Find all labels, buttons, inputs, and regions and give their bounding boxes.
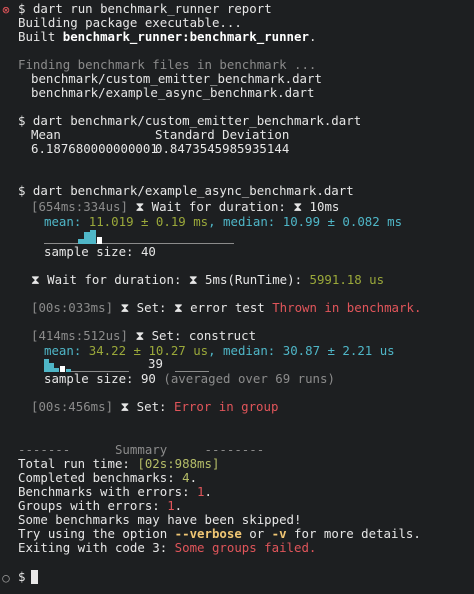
value-std: 0.8473545985935144 (155, 141, 290, 156)
benchmark-3: [00s:033ms] ⧗ Set: ⧗ error test Thrown i… (31, 301, 421, 315)
histogram-bar (90, 230, 96, 244)
table-header: Mean Standard Deviation (31, 127, 289, 142)
total-value: [02s:988ms] (137, 456, 220, 471)
benchmark-label: ⧗ Set: construct (127, 328, 257, 343)
completed-label: Completed benchmarks: (18, 470, 183, 485)
mean-label: mean: (44, 214, 89, 229)
period: . (204, 484, 212, 499)
elapsed-time: [414ms:512us] (31, 328, 128, 343)
median-value: 30.87 ± 2.21 us (282, 343, 395, 358)
table-row: 6.187680000000001 0.8473545985935144 (31, 141, 289, 156)
summary-completed: Completed benchmarks: 4. (18, 471, 197, 485)
mean-value: 11.019 ± 0.19 ms (88, 214, 209, 229)
benchmark-5: [00s:456ms] ⧗ Set: Error in group (31, 400, 278, 414)
prompt-marker-icon: ○ (2, 570, 10, 585)
prompt-symbol: $ (18, 1, 26, 16)
command-line-3: $ dart benchmark/example_async_benchmark… (18, 183, 354, 198)
benchmark-2: ⧗ Wait for duration: ⧗ 5ms(RunTime): 599… (31, 273, 384, 287)
value-mean: 6.187680000000001 (31, 141, 158, 156)
summary-errors: Benchmarks with errors: 1. (18, 485, 212, 499)
benchmark-file: benchmark/custom_emitter_benchmark.dart (31, 71, 322, 86)
cursor[interactable] (31, 570, 38, 584)
error-message: Error in group (173, 399, 279, 414)
sample-size: sample size: 40 (44, 244, 156, 259)
hint-or: or (241, 526, 272, 541)
sample-size-value: sample size: 90 (44, 371, 156, 386)
histogram-bar (97, 237, 102, 244)
summary-header: ------- Summary -------- (18, 442, 265, 457)
benchmark-file: benchmark/example_async_benchmark.dart (31, 85, 315, 100)
median-value: 10.99 ± 0.082 ms (282, 214, 403, 229)
groups-label: Groups with errors: (18, 498, 168, 513)
build-target: benchmark_runner:benchmark_runner (62, 29, 309, 44)
period: . (189, 470, 198, 485)
period: . (174, 498, 183, 513)
build-status: Building package executable... (18, 15, 242, 30)
command-line-2: $ dart benchmark/custom_emitter_benchmar… (18, 113, 362, 128)
elapsed-time: [654ms:334us] (31, 199, 128, 214)
median-label: , median: (208, 214, 283, 229)
elapsed-time: [00s:456ms] (31, 399, 114, 414)
mean-label: mean: (44, 343, 89, 358)
error-message: Thrown in benchmark. (272, 300, 422, 315)
histogram-count: 39 (148, 356, 163, 371)
benchmark-param: 10ms (302, 199, 340, 214)
median-label: , median: (208, 343, 283, 358)
benchmark-name: Wait for duration: (144, 199, 294, 214)
errors-value: 1 (197, 484, 205, 499)
errors-label: Benchmarks with errors: (18, 484, 198, 499)
exit-prefix: Exiting with code 3: (18, 540, 175, 555)
header-std: Standard Deviation (155, 127, 290, 142)
benchmark-label: ⧗ Set: (113, 399, 174, 414)
histogram-sparkline (44, 358, 214, 372)
benchmark-1-header: [654ms:334us] ⧗ Wait for duration: ⧗ 10m… (31, 200, 339, 214)
elapsed-time: [00s:033ms] (31, 300, 114, 315)
completed-value: 4 (182, 470, 190, 485)
histogram-sparkline (44, 229, 234, 244)
final-prompt: $ (18, 569, 26, 584)
sample-note: (averaged over 69 runs) (155, 371, 335, 386)
total-label: Total run time: (18, 456, 138, 471)
hint-prefix: Try using the option (18, 526, 175, 541)
summary-exit: Exiting with code 3: Some groups failed. (18, 541, 316, 555)
summary-hint: Try using the option --verbose or -v for… (18, 527, 421, 541)
build-prefix: Built (18, 29, 63, 44)
command-line-1: $ dart run benchmark_runner report (18, 2, 272, 16)
build-result: Built benchmark_runner:benchmark_runner. (18, 30, 316, 44)
benchmark-label: ⧗ Wait for duration: ⧗ 5ms(RunTime): (31, 272, 310, 287)
verbose-option: --verbose (174, 526, 242, 541)
benchmark-4-header: [414ms:512us] ⧗ Set: construct (31, 329, 256, 343)
build-suffix: . (308, 29, 317, 44)
exit-message: Some groups failed. (174, 540, 317, 555)
benchmark-4-stats: mean: 34.22 ± 10.27 us, median: 30.87 ± … (44, 344, 395, 358)
sample-size: sample size: 90 (averaged over 69 runs) (44, 372, 335, 386)
command-text: dart run benchmark_runner report (32, 1, 272, 16)
header-mean: Mean (31, 127, 61, 142)
hourglass-icon: ⧗ (135, 199, 145, 214)
error-marker-icon: ⊗ (2, 2, 10, 17)
hint-suffix: for more details. (286, 526, 421, 541)
finding-files: Finding benchmark files in benchmark ... (18, 57, 317, 72)
benchmark-value: 5991.18 us (309, 272, 385, 287)
groups-value: 1 (167, 498, 175, 513)
summary-total-time: Total run time: [02s:988ms] (18, 457, 219, 471)
benchmark-1-stats: mean: 11.019 ± 0.19 ms, median: 10.99 ± … (44, 215, 402, 229)
summary-groups-errors: Groups with errors: 1. (18, 499, 182, 513)
terminal-window[interactable]: ⊗ $ dart run benchmark_runner report Bui… (0, 0, 474, 594)
short-option: -v (271, 526, 287, 541)
summary-skipped: Some benchmarks may have been skipped! (18, 512, 302, 527)
benchmark-label: ⧗ Set: ⧗ error test (113, 300, 273, 315)
hourglass-icon: ⧗ (293, 199, 303, 214)
